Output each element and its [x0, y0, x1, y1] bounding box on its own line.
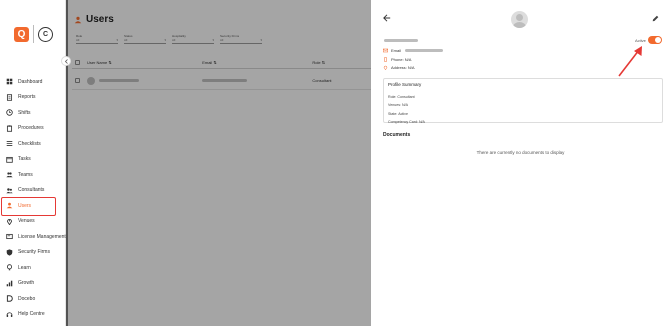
address-label: Address: N/A [391, 65, 415, 70]
headset-icon [6, 311, 13, 318]
sidebar-item-label: Tasks [18, 156, 31, 163]
sidebar: Q C Dashboard Reports Shifts Procedures Chec… [0, 0, 66, 326]
bulb-icon [6, 264, 13, 271]
sidebar-item-procedures[interactable]: Procedures [0, 121, 66, 137]
document-icon [6, 94, 13, 101]
email-row: Email [383, 48, 444, 53]
mail-icon [383, 48, 388, 53]
app-logo[interactable]: Q C [14, 25, 53, 43]
sidebar-item-growth[interactable]: Growth [0, 276, 66, 292]
phone-label: Phone: N/A [391, 57, 412, 62]
sidebar-item-label: Users [18, 202, 32, 209]
arrow-left-icon [383, 14, 391, 22]
sidebar-item-label: Procedures [18, 125, 44, 132]
address-row: Address: N/A [383, 65, 415, 70]
user-avatar [511, 11, 528, 28]
sidebar-item-license-management[interactable]: License Management [0, 229, 66, 245]
chevron-left-icon [64, 58, 68, 64]
sidebar-item-users[interactable]: Users [0, 197, 66, 216]
group-icon [6, 171, 13, 178]
sidebar-item-dashboard[interactable]: Dashboard [0, 74, 66, 90]
documents-empty-state: There are currently no documents to disp… [476, 150, 565, 155]
email-label: Email [391, 48, 402, 53]
sidebar-nav: Dashboard Reports Shifts Procedures Checklis… [0, 74, 66, 322]
sidebar-item-venues[interactable]: Venues [0, 214, 66, 230]
clipboard-icon [6, 125, 13, 132]
bar-chart-icon [6, 280, 13, 287]
active-label: Active [635, 37, 646, 43]
edit-pencil-icon[interactable] [652, 15, 659, 22]
sidebar-item-label: License Management [18, 233, 66, 240]
documents-title: Documents [383, 132, 411, 138]
collapse-sidebar-button[interactable] [61, 56, 71, 66]
people-icon [6, 187, 13, 194]
list-icon [6, 140, 13, 147]
phone-icon [384, 57, 387, 62]
sidebar-item-teams[interactable]: Teams [0, 167, 66, 183]
sidebar-item-label: Learn [18, 264, 31, 271]
back-button[interactable] [383, 14, 391, 24]
clock-icon [6, 109, 13, 116]
logo-mark: C [38, 26, 53, 42]
logo-divider [33, 25, 34, 43]
sidebar-item-label: Growth [18, 280, 35, 287]
sidebar-item-learn[interactable]: Learn [0, 260, 66, 276]
sidebar-item-shifts[interactable]: Shifts [0, 105, 66, 121]
active-status: Active [635, 36, 662, 44]
sidebar-item-checklists[interactable]: Checklists [0, 136, 66, 152]
sidebar-item-tasks[interactable]: Tasks [0, 152, 66, 168]
profile-summary-card: Profile Summary Role: Consultant Venues:… [383, 78, 663, 124]
summary-venues: Venues: N/A [388, 103, 408, 108]
sidebar-item-label: Security Firms [18, 249, 50, 256]
summary-role: Role: Consultant [388, 95, 415, 99]
redacted-user-name [384, 39, 418, 42]
sidebar-item-label: Help Centre [18, 311, 45, 318]
summary-state: State: Active [388, 111, 408, 116]
user-icon [6, 202, 13, 209]
sidebar-item-label: Docebo [18, 295, 36, 302]
annotation-arrow-icon [618, 46, 642, 77]
sidebar-item-label: Dashboard [18, 78, 43, 85]
docebo-icon [6, 295, 13, 303]
license-icon [6, 233, 13, 240]
summary-competency-card: Competency Card: N/A [388, 119, 425, 124]
sidebar-item-label: Teams [18, 171, 33, 178]
profile-summary-title: Profile Summary [388, 82, 422, 87]
sidebar-item-label: Checklists [18, 140, 41, 147]
sidebar-item-docebo[interactable]: Docebo [0, 291, 66, 307]
location-pin-icon [383, 65, 388, 70]
sidebar-item-label: Venues [18, 218, 35, 225]
redacted-email [405, 49, 444, 52]
modal-backdrop[interactable] [66, 0, 371, 326]
sidebar-item-consultants[interactable]: Consultants [0, 183, 66, 199]
pin-icon [6, 218, 13, 225]
phone-row: Phone: N/A [383, 57, 411, 62]
sidebar-item-label: Reports [18, 94, 36, 101]
sidebar-item-security-firms[interactable]: Security Firms [0, 245, 66, 261]
sidebar-item-label: Consultants [18, 187, 45, 194]
sidebar-item-reports[interactable]: Reports [0, 90, 66, 106]
shield-icon [6, 249, 13, 256]
grid-icon [6, 78, 13, 85]
calendar-icon [6, 156, 13, 163]
sidebar-item-label: Shifts [18, 109, 31, 116]
logo-q: Q [14, 26, 29, 42]
sidebar-item-help-centre[interactable]: Help Centre [0, 307, 66, 323]
active-toggle[interactable] [647, 36, 662, 44]
